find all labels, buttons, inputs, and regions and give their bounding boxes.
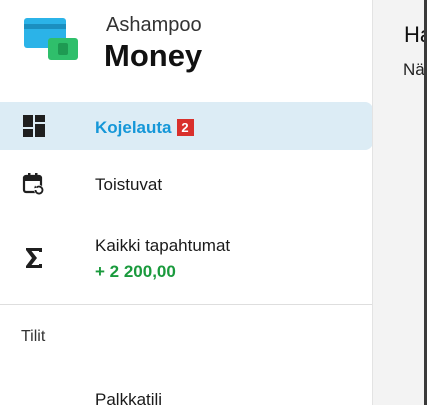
dashboard-icon <box>22 114 46 138</box>
sidebar: Ashampoo Money Kojelauta 2 Toistuvat Kai… <box>0 0 373 405</box>
brand-name-small: Ashampoo <box>106 14 202 36</box>
sidebar-item-palkkatili[interactable]: Palkkatili <box>95 390 162 405</box>
sidebar-item-kojelauta[interactable]: Kojelauta 2 <box>0 102 372 150</box>
sidebar-item-toistuvat[interactable]: Toistuvat <box>0 160 372 208</box>
balance-amount: + 2 200,00 <box>95 262 176 281</box>
sidebar-item-label: Kaikki tapahtumat <box>95 236 231 255</box>
calendar-repeat-icon <box>22 172 46 196</box>
sidebar-item-label: Kojelauta 2 <box>95 118 194 138</box>
sigma-icon <box>22 246 46 270</box>
section-label-tilit: Tilit <box>21 328 46 345</box>
divider <box>0 304 372 305</box>
sidebar-item-label: Toistuvat <box>95 175 163 194</box>
main-content: Ha Nä <box>373 0 427 405</box>
notification-badge: 2 <box>176 119 194 136</box>
brand-name-large: Money <box>104 38 203 73</box>
sidebar-item-kaikki-tapahtumat[interactable]: Kaikki tapahtumat + 2 200,00 <box>0 226 372 288</box>
page-subtitle: Nä <box>403 60 425 79</box>
app-logo-icon <box>24 18 80 66</box>
